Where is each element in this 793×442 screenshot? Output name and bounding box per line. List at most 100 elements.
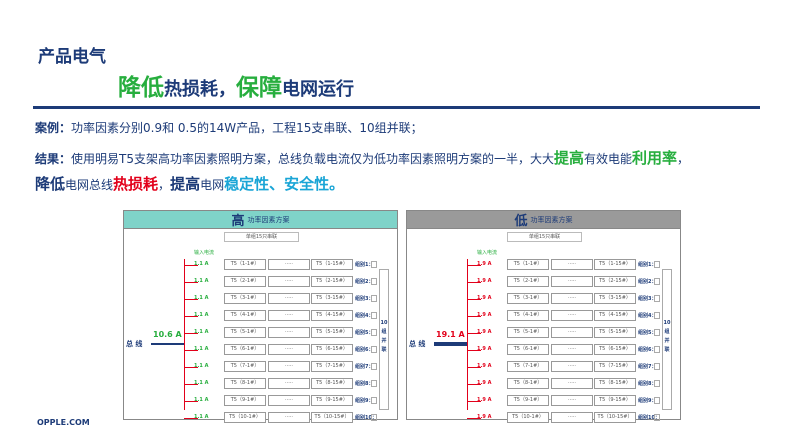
result-label: 结果：: [35, 152, 72, 166]
group-row: 1.9 A T5（1-1#） ····· T5（1-15#） 组别1：: [467, 259, 679, 271]
lamp-first: T5（9-1#）: [507, 395, 549, 406]
lamp-first: T5（4-1#）: [224, 310, 266, 321]
branch-current: 1.9 A: [477, 312, 492, 318]
lamp-first: T5（7-1#）: [224, 361, 266, 372]
lamp-last: T5（9-15#）: [594, 395, 636, 406]
lamp-ellipsis: ·····: [268, 293, 310, 304]
lamp-first: T5（5-1#）: [507, 327, 549, 338]
lamp-ellipsis: ·····: [268, 344, 310, 355]
branch-current: 1.1 A: [194, 261, 209, 267]
lamp-first: T5（3-1#）: [224, 293, 266, 304]
group-row: 1.9 A T5（8-1#） ····· T5（8-15#） 组别8：: [467, 378, 679, 390]
group-marker: [371, 346, 377, 353]
branch-current: 1.1 A: [194, 397, 209, 403]
branch-current: 1.9 A: [477, 329, 492, 335]
headline-emphasis-1: 降低: [118, 75, 164, 101]
panel-header: 高功率因素方案: [124, 211, 397, 229]
lamp-last: T5（6-15#）: [311, 344, 353, 355]
result-emphasis-utilization: 利用率: [632, 149, 678, 167]
lamp-last: T5（2-15#）: [311, 276, 353, 287]
group-marker: [654, 312, 660, 319]
branch-current: 1.1 A: [194, 363, 209, 369]
lamp-first: T5（1-1#）: [507, 259, 549, 270]
branch-current: 1.1 A: [194, 312, 209, 318]
branch-current: 1.9 A: [477, 414, 492, 420]
lamp-last: T5（7-15#）: [311, 361, 353, 372]
result-emphasis-improve-2: 提高: [170, 175, 201, 193]
case-label: 案例：: [35, 121, 72, 135]
group-row: 1.1 A T5（1-1#） ····· T5（1-15#） 组别1：: [184, 259, 396, 271]
panel-header: 低功率因素方案: [407, 211, 680, 229]
result-emphasis-improve: 提高: [553, 149, 584, 167]
lamp-ellipsis: ·····: [268, 378, 310, 389]
result-emphasis-stability: 稳定性、安全性。: [224, 175, 345, 193]
section-title: 产品电气: [38, 47, 106, 67]
group-marker: [371, 363, 377, 370]
branch-current: 1.1 A: [194, 329, 209, 335]
lamp-first: T5（10-1#）: [224, 412, 266, 423]
lamp-ellipsis: ·····: [551, 310, 593, 321]
panel-body: 单组15只串联 输入电流 总 线 10.6 A 1.1 A T5（1-1#） ···…: [124, 229, 397, 423]
group-marker: [371, 397, 377, 404]
branch-current: 1.1 A: [194, 278, 209, 284]
lamp-ellipsis: ·····: [268, 259, 310, 270]
lamp-ellipsis: ·····: [268, 412, 310, 423]
result-line: 结果：使用明易T5支架高功率因素照明方案，总线负载电流仅为低功率因素照明方案的一…: [35, 147, 689, 168]
group-marker: [654, 346, 660, 353]
lamp-last: T5（9-15#）: [311, 395, 353, 406]
branch-current: 1.9 A: [477, 261, 492, 267]
group-marker: [654, 380, 660, 387]
branch-current: 1.1 A: [194, 346, 209, 352]
group-marker: [654, 329, 660, 336]
lamp-first: T5（3-1#）: [507, 293, 549, 304]
group-row: 1.1 A T5（4-1#） ····· T5（4-15#） 组别4：: [184, 310, 396, 322]
input-current-label: 输入电流: [194, 250, 215, 256]
lamp-first: T5（2-1#）: [507, 276, 549, 287]
lamp-first: T5（6-1#）: [224, 344, 266, 355]
lamp-last: T5（5-15#）: [311, 327, 353, 338]
group-row: 1.1 A T5（9-1#） ····· T5（9-15#） 组别9：: [184, 395, 396, 407]
lamp-ellipsis: ·····: [551, 259, 593, 270]
lamp-first: T5（6-1#）: [507, 344, 549, 355]
group-marker: [371, 261, 377, 268]
result-text-grid: 电网: [200, 178, 225, 192]
group-marker: [371, 380, 377, 387]
lamp-first: T5（5-1#）: [224, 327, 266, 338]
branch-current: 1.1 A: [194, 414, 209, 420]
lamp-last: T5（3-15#）: [311, 293, 353, 304]
lamp-ellipsis: ·····: [551, 276, 593, 287]
group-row: 1.1 A T5（2-1#） ····· T5（2-15#） 组别2：: [184, 276, 396, 288]
lamp-last: T5（8-15#）: [594, 378, 636, 389]
total-current: 10.6 A: [153, 330, 182, 339]
branch-current: 1.1 A: [194, 380, 209, 386]
input-current-label: 输入电流: [477, 250, 498, 256]
group-marker: [371, 295, 377, 302]
bus-feed-line: [434, 342, 467, 346]
lamp-ellipsis: ·····: [551, 327, 593, 338]
group-row: 1.9 A T5（6-1#） ····· T5（6-15#） 组别6：: [467, 344, 679, 356]
result-comma: ，: [158, 178, 171, 192]
branch-current: 1.9 A: [477, 380, 492, 386]
group-marker: [654, 414, 660, 421]
series-label: 单组15只串联: [507, 232, 582, 242]
lamp-last: T5（1-15#）: [311, 259, 353, 270]
group-row: 1.9 A T5（9-1#） ····· T5（9-15#） 组别9：: [467, 395, 679, 407]
group-marker: [371, 414, 377, 421]
lamp-ellipsis: ·····: [551, 344, 593, 355]
panel-level: 低: [514, 214, 528, 229]
lamp-ellipsis: ·····: [268, 327, 310, 338]
lamp-last: T5（10-15#）: [594, 412, 636, 423]
parallel-label: 10组并联: [663, 320, 671, 353]
lamp-first: T5（8-1#）: [507, 378, 549, 389]
lamp-last: T5（4-15#）: [594, 310, 636, 321]
lamp-ellipsis: ·····: [551, 412, 593, 423]
lamp-first: T5（9-1#）: [224, 395, 266, 406]
title-divider: [33, 106, 760, 109]
branch-current: 1.9 A: [477, 278, 492, 284]
group-marker: [371, 312, 377, 319]
branch-current: 1.9 A: [477, 295, 492, 301]
group-marker: [654, 261, 660, 268]
group-row: 1.9 A T5（3-1#） ····· T5（3-15#） 组别3：: [467, 293, 679, 305]
result-text-a: 使用明易T5支架高功率因素照明方案，总线负载电流仅为低功率因素照明方案的一半，大…: [71, 152, 554, 166]
lamp-last: T5（10-15#）: [311, 412, 353, 423]
